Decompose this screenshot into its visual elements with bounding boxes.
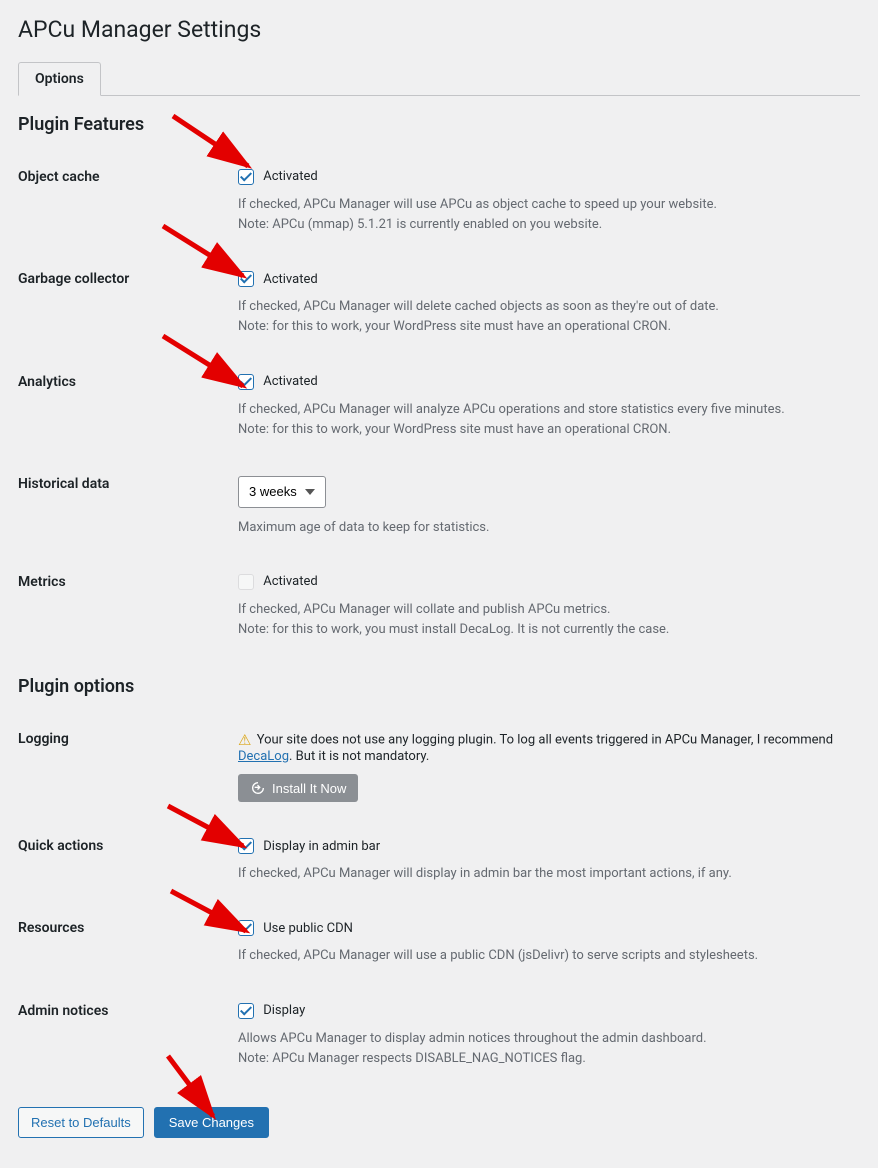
page-title: APCu Manager Settings xyxy=(18,16,860,43)
label-garbage-collector: Garbage collector xyxy=(18,253,238,355)
desc-metrics: If checked, APCu Manager will collate an… xyxy=(238,600,860,640)
select-historical-data[interactable]: 3 weeks xyxy=(238,476,326,508)
checkbox-object-cache[interactable] xyxy=(238,169,254,185)
checkbox-resources[interactable] xyxy=(238,920,254,936)
logging-message: ⚠ Your site does not use any logging plu… xyxy=(238,731,860,764)
label-object-cache: Object cache xyxy=(18,151,238,253)
checkbox-label-object-cache: Activated xyxy=(263,169,317,184)
install-button-label: Install It Now xyxy=(272,781,346,796)
checkbox-label-analytics: Activated xyxy=(263,374,317,389)
save-changes-button[interactable]: Save Changes xyxy=(154,1107,269,1138)
checkbox-label-garbage-collector: Activated xyxy=(263,272,317,287)
label-resources: Resources xyxy=(18,902,238,984)
checkbox-garbage-collector[interactable] xyxy=(238,271,254,287)
desc-resources: If checked, APCu Manager will use a publ… xyxy=(238,946,860,966)
label-metrics: Metrics xyxy=(18,556,238,658)
download-icon xyxy=(250,780,266,796)
section-plugin-features: Plugin Features xyxy=(18,114,860,135)
desc-quick-actions: If checked, APCu Manager will display in… xyxy=(238,864,860,884)
desc-garbage-collector: If checked, APCu Manager will delete cac… xyxy=(238,297,860,337)
label-quick-actions: Quick actions xyxy=(18,820,238,902)
checkbox-metrics[interactable] xyxy=(238,574,254,590)
logging-msg-after: . But it is not mandatory. xyxy=(289,749,429,764)
desc-historical-data: Maximum age of data to keep for statisti… xyxy=(238,518,860,538)
desc-object-cache: If checked, APCu Manager will use APCu a… xyxy=(238,195,860,235)
checkbox-label-metrics: Activated xyxy=(263,574,317,589)
checkbox-analytics[interactable] xyxy=(238,374,254,390)
checkbox-quick-actions[interactable] xyxy=(238,838,254,854)
decalog-link[interactable]: DecaLog xyxy=(238,749,289,764)
install-it-now-button[interactable]: Install It Now xyxy=(238,774,358,802)
section-plugin-options: Plugin options xyxy=(18,676,860,697)
label-historical-data: Historical data xyxy=(18,458,238,556)
checkbox-label-resources: Use public CDN xyxy=(263,921,353,936)
tabs: Options xyxy=(18,61,860,96)
warning-icon: ⚠ xyxy=(238,731,251,749)
checkbox-label-quick-actions: Display in admin bar xyxy=(263,839,380,854)
logging-msg-before: Your site does not use any logging plugi… xyxy=(257,733,833,748)
checkbox-label-admin-notices: Display xyxy=(263,1003,305,1018)
label-logging: Logging xyxy=(18,713,238,820)
tab-options[interactable]: Options xyxy=(18,62,101,96)
label-admin-notices: Admin notices xyxy=(18,985,238,1087)
desc-admin-notices: Allows APCu Manager to display admin not… xyxy=(238,1029,860,1069)
reset-to-defaults-button[interactable]: Reset to Defaults xyxy=(18,1107,144,1138)
desc-analytics: If checked, APCu Manager will analyze AP… xyxy=(238,400,860,440)
checkbox-admin-notices[interactable] xyxy=(238,1003,254,1019)
label-analytics: Analytics xyxy=(18,356,238,458)
